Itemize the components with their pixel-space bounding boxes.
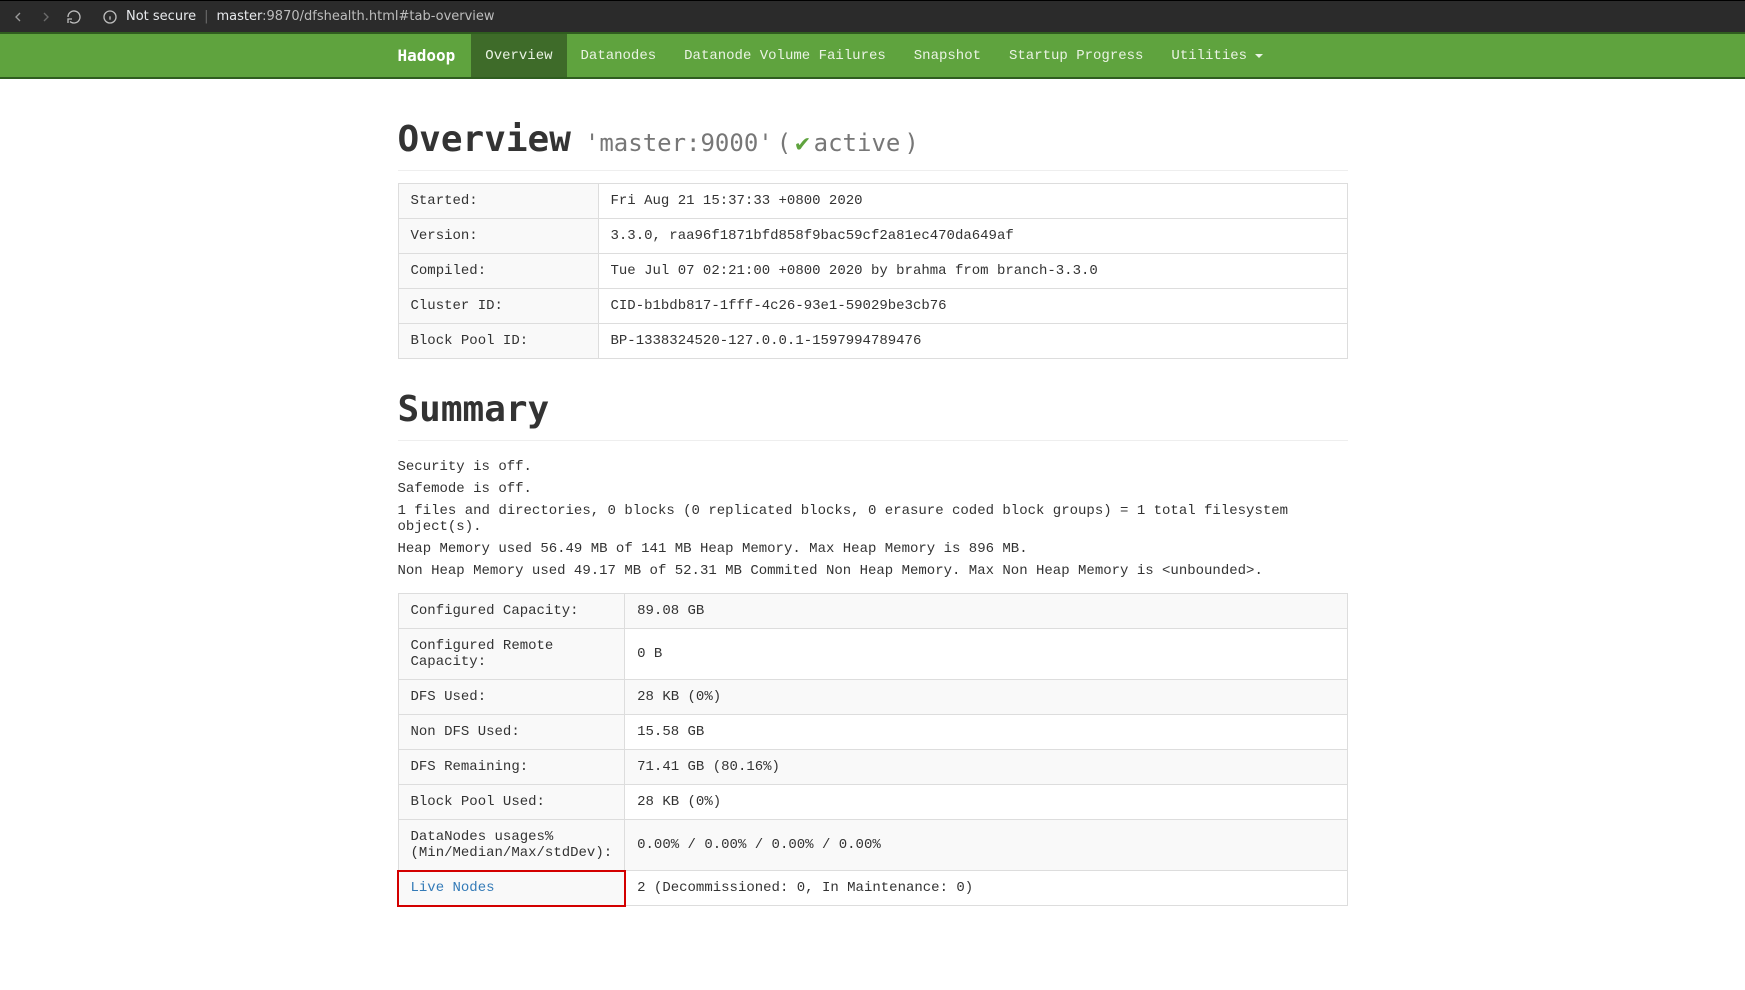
status-text: active <box>814 129 901 157</box>
brand[interactable]: Hadoop <box>398 34 472 77</box>
table-row: DataNodes usages% (Min/Median/Max/stdDev… <box>398 820 1347 871</box>
table-row: DFS Used:28 KB (0%) <box>398 680 1347 715</box>
overview-table: Started:Fri Aug 21 15:37:33 +0800 2020Ve… <box>398 183 1348 359</box>
nav-item-datanodes[interactable]: Datanodes <box>567 34 671 77</box>
back-icon[interactable] <box>10 9 26 25</box>
page-title-text: Overview <box>398 119 571 160</box>
table-row: Cluster ID:CID-b1bdb817-1fff-4c26-93e1-5… <box>398 289 1347 324</box>
summary-table: Configured Capacity:89.08 GBConfigured R… <box>398 593 1348 906</box>
live-nodes-link[interactable]: Live Nodes <box>411 880 495 896</box>
summary-line: Non Heap Memory used 49.17 MB of 52.31 M… <box>398 563 1348 579</box>
row-key: DFS Used: <box>398 680 625 715</box>
table-row: DFS Remaining:71.41 GB (80.16%) <box>398 750 1347 785</box>
table-row: Configured Remote Capacity:0 B <box>398 629 1347 680</box>
browser-chrome: Not secure | master:9870/dfshealth.html#… <box>0 0 1745 32</box>
row-value: 89.08 GB <box>625 594 1347 629</box>
table-row: Configured Capacity:89.08 GB <box>398 594 1347 629</box>
row-value: 2 (Decommissioned: 0, In Maintenance: 0) <box>625 871 1347 906</box>
table-row: Compiled:Tue Jul 07 02:21:00 +0800 2020 … <box>398 254 1347 289</box>
row-key: Compiled: <box>398 254 598 289</box>
check-icon: ✔ <box>795 129 809 157</box>
summary-title: Summary <box>398 389 1348 441</box>
row-key: Cluster ID: <box>398 289 598 324</box>
summary-text-block: Security is off. Safemode is off. 1 files … <box>398 459 1348 579</box>
nav-item-datanode-volume-failures[interactable]: Datanode Volume Failures <box>670 34 900 77</box>
row-value: 28 KB (0%) <box>625 785 1347 820</box>
page-title: Overview 'master:9000' (✔active) <box>398 119 1348 171</box>
table-row: Live Nodes 2 (Decommissioned: 0, In Maint… <box>398 871 1347 906</box>
row-value: 0.00% / 0.00% / 0.00% / 0.00% <box>625 820 1347 871</box>
row-key: Block Pool ID: <box>398 324 598 359</box>
summary-line: Safemode is off. <box>398 481 1348 497</box>
main-nav: Hadoop OverviewDatanodesDatanode Volume … <box>0 32 1745 79</box>
row-key: Non DFS Used: <box>398 715 625 750</box>
nav-item-snapshot[interactable]: Snapshot <box>900 34 995 77</box>
row-value: 15.58 GB <box>625 715 1347 750</box>
table-row: Started:Fri Aug 21 15:37:33 +0800 2020 <box>398 184 1347 219</box>
row-value: Fri Aug 21 15:37:33 +0800 2020 <box>598 184 1347 219</box>
summary-line: Heap Memory used 56.49 MB of 141 MB Heap… <box>398 541 1348 557</box>
row-key: DataNodes usages% (Min/Median/Max/stdDev… <box>398 820 625 871</box>
row-key: Configured Capacity: <box>398 594 625 629</box>
table-row: Version:3.3.0, raa96f1871bfd858f9bac59cf… <box>398 219 1347 254</box>
row-value: Tue Jul 07 02:21:00 +0800 2020 by brahma… <box>598 254 1347 289</box>
table-row: Block Pool ID:BP-1338324520-127.0.0.1-15… <box>398 324 1347 359</box>
url-separator: | <box>204 9 208 24</box>
row-key: Configured Remote Capacity: <box>398 629 625 680</box>
security-label: Not secure <box>126 9 196 24</box>
url-bar[interactable]: Not secure | master:9870/dfshealth.html#… <box>94 9 1735 25</box>
reload-icon[interactable] <box>66 9 82 25</box>
row-key: DFS Remaining: <box>398 750 625 785</box>
summary-line: 1 files and directories, 0 blocks (0 rep… <box>398 503 1348 535</box>
row-key[interactable]: Live Nodes <box>398 871 625 906</box>
summary-line: Security is off. <box>398 459 1348 475</box>
table-row: Non DFS Used:15.58 GB <box>398 715 1347 750</box>
table-row: Block Pool Used:28 KB (0%) <box>398 785 1347 820</box>
nav-item-overview[interactable]: Overview <box>471 34 566 77</box>
info-icon <box>102 9 118 25</box>
row-value: 28 KB (0%) <box>625 680 1347 715</box>
url-text: master:9870/dfshealth.html#tab-overview <box>217 9 495 24</box>
row-key: Started: <box>398 184 598 219</box>
row-key: Version: <box>398 219 598 254</box>
chevron-down-icon <box>1255 54 1263 58</box>
row-value: 0 B <box>625 629 1347 680</box>
row-value: BP-1338324520-127.0.0.1-1597994789476 <box>598 324 1347 359</box>
row-value: 71.41 GB (80.16%) <box>625 750 1347 785</box>
forward-icon[interactable] <box>38 9 54 25</box>
nav-item-utilities[interactable]: Utilities <box>1157 34 1277 77</box>
nav-item-startup-progress[interactable]: Startup Progress <box>995 34 1157 77</box>
row-value: 3.3.0, raa96f1871bfd858f9bac59cf2a81ec47… <box>598 219 1347 254</box>
host-label: 'master:9000' <box>585 129 773 157</box>
row-value: CID-b1bdb817-1fff-4c26-93e1-59029be3cb76 <box>598 289 1347 324</box>
row-key: Block Pool Used: <box>398 785 625 820</box>
